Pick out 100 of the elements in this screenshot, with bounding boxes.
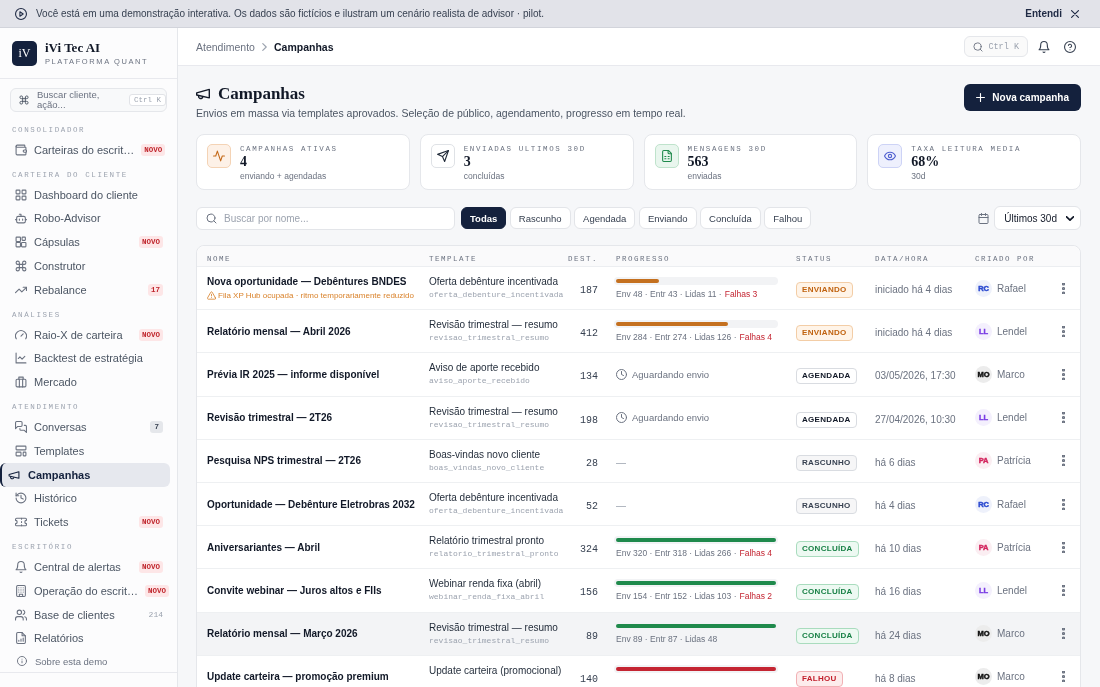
- dismiss-button[interactable]: Entendi: [1025, 6, 1079, 21]
- creator-name: Lendel: [997, 325, 1028, 337]
- filter-chip[interactable]: Agendada: [574, 207, 636, 229]
- progress-stats: Env 89 · Entr 87 · Lidas 48: [616, 634, 718, 646]
- warning-text: Fila XP Hub ocupada · ritmo temporariamente reduzido: [218, 291, 414, 301]
- recipient-count: 324: [580, 544, 598, 556]
- nav-item[interactable]: Robo-Advisor: [10, 206, 170, 231]
- recipient-count: 187: [580, 285, 598, 297]
- kebab-icon: [1061, 541, 1065, 553]
- recipient-count: 198: [580, 414, 598, 426]
- template-name: Oferta debênture incentivada: [429, 276, 559, 288]
- command-icon: [19, 95, 29, 105]
- template-name: Boas-vindas novo cliente: [429, 448, 542, 460]
- creator-name: Lendel: [997, 584, 1028, 596]
- nav-item[interactable]: Histórico: [10, 486, 170, 511]
- date-text: iniciado há 4 dias: [875, 327, 953, 339]
- stat-note: enviando + agendadas: [240, 171, 328, 182]
- kebab-icon: [1061, 584, 1065, 596]
- robot-icon: [15, 212, 27, 225]
- nav-item[interactable]: Templates: [10, 438, 170, 463]
- logo: iV: [12, 40, 37, 66]
- progress-stats: Env 154 · Entr 152 · Lidas 103 ·: [616, 590, 737, 602]
- period-select[interactable]: Últimos 30d: [994, 206, 1081, 230]
- campaign-name: Nova oportunidade — Debêntures BNDES: [207, 276, 408, 288]
- search-field[interactable]: Buscar por nome...: [196, 206, 455, 230]
- date-text: 03/05/2026, 17:30: [875, 370, 956, 382]
- stat-value: 4: [240, 154, 248, 170]
- nav-item[interactable]: Base de clientes 214: [10, 602, 170, 627]
- about-link[interactable]: Sobre esta demo: [17, 655, 108, 667]
- template-code: webinar_renda_fixa_abril: [429, 592, 546, 603]
- history-icon: [15, 492, 27, 505]
- template-code: oferta_debenture_incentivada: [429, 506, 564, 517]
- recipient-count: 140: [580, 673, 598, 685]
- demo-notice: Você está em uma demonstração interativa. Os dados são fictícios e ilustram um cenário realista de advisor · pilot.: [36, 8, 545, 19]
- status-badge: CONCLUÍDA: [796, 541, 859, 558]
- creator-name: Rafael: [997, 498, 1026, 510]
- gauge-icon: [15, 328, 27, 341]
- bell-icon: [1038, 40, 1050, 53]
- template-code: oferta_debenture_incentivada: [429, 290, 564, 301]
- kebab-icon: [1061, 368, 1065, 380]
- play-icon: [15, 7, 27, 20]
- breadcrumb-link[interactable]: Atendimento: [196, 40, 255, 53]
- nav-item[interactable]: Backtest de estratégia: [10, 346, 170, 371]
- recipient-count: 89: [586, 630, 598, 642]
- brand-name: iVi Tec AI: [45, 40, 102, 55]
- clock-icon: [616, 412, 627, 424]
- filter-chip[interactable]: Concluída: [700, 207, 761, 229]
- campaign-name: Update carteira — promoção premium: [207, 671, 390, 683]
- grid-icon: [15, 188, 27, 201]
- failure-count: Falhas 4: [739, 331, 773, 343]
- creator-name: Rafael: [997, 282, 1026, 294]
- date-text: há 10 dias: [875, 543, 922, 555]
- empty-dash: —: [616, 500, 626, 512]
- stat-note: 30d: [911, 171, 927, 182]
- progress-stats: Env 284 · Entr 274 · Lidas 126 ·: [616, 331, 737, 343]
- help-icon: [1064, 40, 1076, 53]
- calendar-icon: [978, 212, 990, 224]
- megaphone-icon: [8, 468, 20, 481]
- briefcase-icon: [15, 376, 27, 389]
- nav-item[interactable]: Construtor: [10, 254, 170, 278]
- template-name: Revisão trimestral — resumo: [429, 621, 559, 633]
- waiting-text: Aguardando envio: [632, 412, 710, 424]
- filter-chip[interactable]: Falhou: [764, 207, 812, 229]
- template-name: Aviso de aporte recebido: [429, 362, 541, 374]
- new-campaign-button[interactable]: Nova campanha: [964, 84, 1081, 111]
- warning-icon: [207, 291, 216, 301]
- filter-chip[interactable]: Todas: [461, 207, 507, 229]
- progress-stats: Env 320 · Entr 318 · Lidas 266 ·: [616, 547, 737, 559]
- kebab-icon: [1061, 498, 1065, 510]
- progress-stats: Env 48 · Entr 43 · Lidas 11 ·: [616, 288, 722, 300]
- nav-item[interactable]: Relatórios: [10, 626, 170, 650]
- stat-value: 563: [687, 154, 710, 170]
- template-name: Update carteira (promocional): [429, 664, 563, 676]
- template-code: revisao_trimestral_resumo: [429, 333, 551, 344]
- date-text: há 6 dias: [875, 456, 916, 468]
- nav-item[interactable]: Mercado: [10, 370, 170, 395]
- filter-chip[interactable]: Enviando: [638, 207, 697, 229]
- kebab-icon: [1061, 671, 1065, 683]
- template-code: aviso_aporte_recebido: [429, 376, 531, 387]
- status-badge: FALHOU: [796, 670, 843, 687]
- date-text: há 16 dias: [875, 586, 922, 598]
- eye-icon: [878, 144, 903, 168]
- campaign-name: Relatório mensal — Abril 2026: [207, 325, 352, 337]
- recipient-count: 412: [580, 328, 598, 340]
- status-badge: CONCLUÍDA: [796, 627, 859, 644]
- clock-icon: [616, 368, 627, 380]
- nav-item[interactable]: Campanhas: [0, 462, 170, 487]
- office-building-icon: [15, 584, 27, 597]
- nav-item[interactable]: Dashboard do cliente: [10, 182, 170, 207]
- status-badge: RASCUNHO: [796, 498, 857, 515]
- recipient-count: 134: [580, 371, 598, 383]
- campaign-name: Pesquisa NPS trimestral — 2T26: [207, 455, 362, 467]
- template-code: relatorio_trimestral_pronto: [429, 549, 560, 560]
- filter-chip[interactable]: Rascunho: [509, 207, 571, 229]
- plus-icon: [976, 93, 986, 102]
- campaign-name: Convite webinar — Juros altos e FIIs: [207, 584, 383, 596]
- ticket-icon: [15, 516, 27, 529]
- stat-value: 3: [463, 154, 472, 170]
- failure-count: Falhas 4: [739, 547, 773, 559]
- close-icon: [1071, 9, 1079, 18]
